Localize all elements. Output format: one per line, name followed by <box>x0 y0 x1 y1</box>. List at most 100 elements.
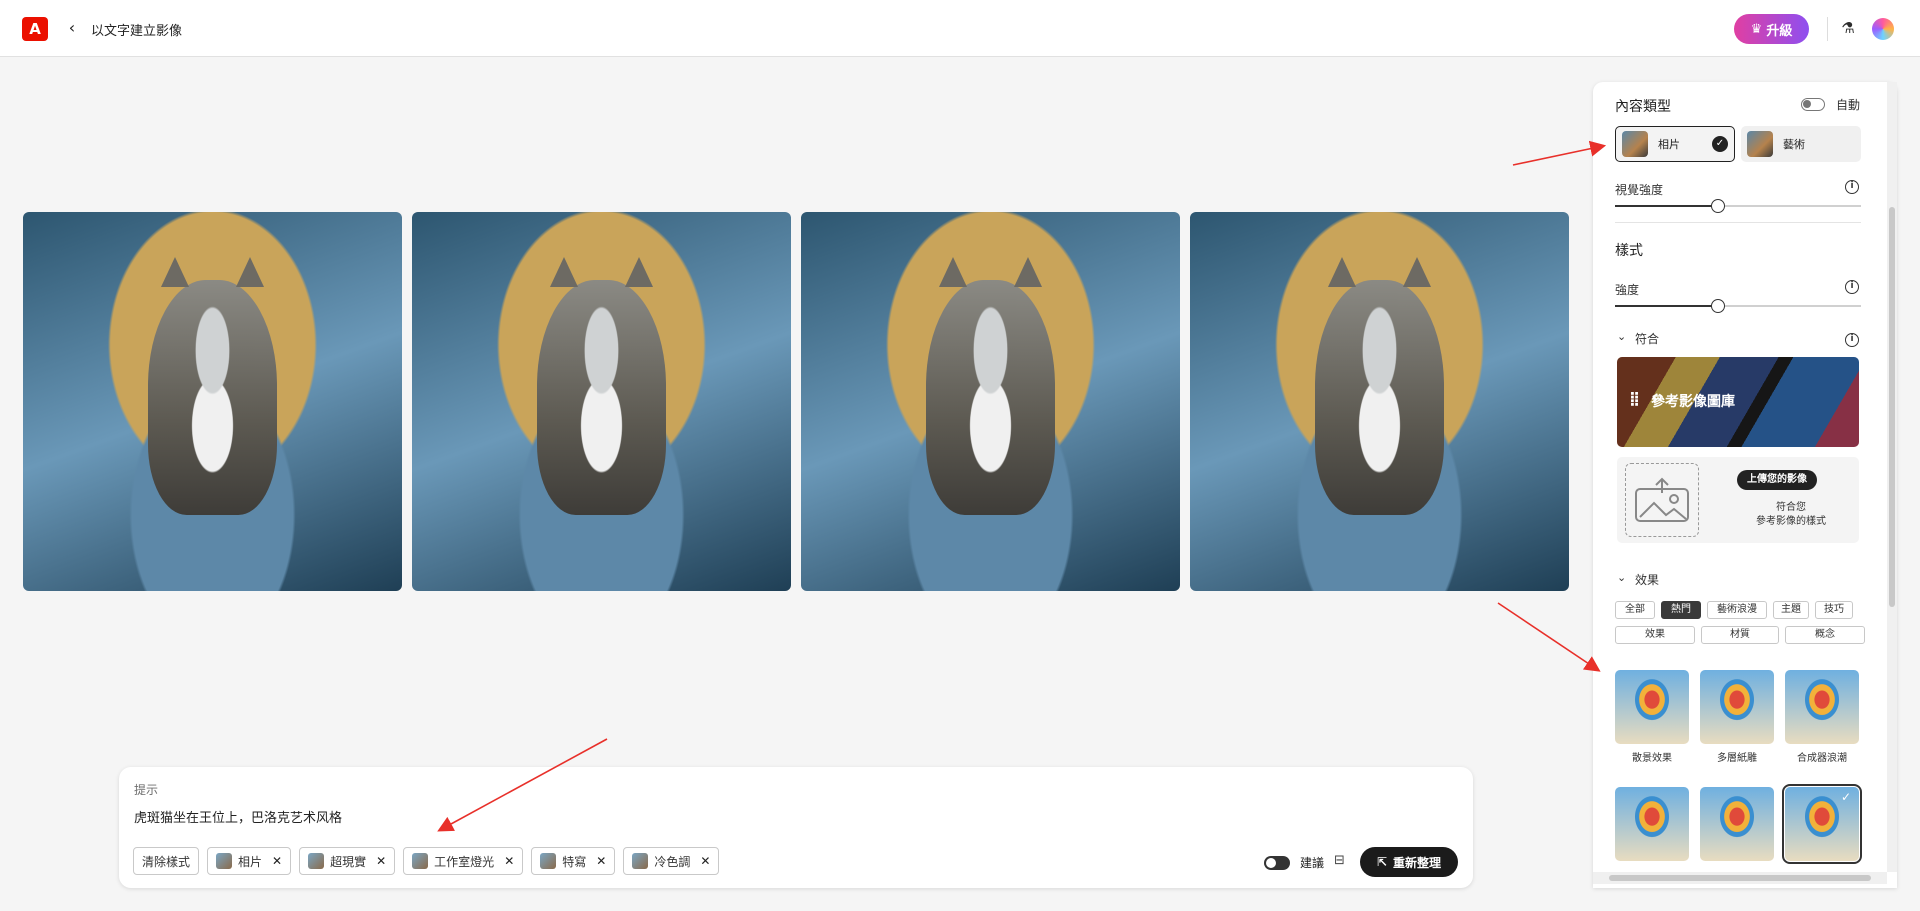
info-icon[interactable]: i <box>1845 333 1859 347</box>
chip-thumb <box>632 853 649 869</box>
slider-fill <box>1615 205 1719 207</box>
upload-dropzone[interactable] <box>1625 463 1699 537</box>
effect-item[interactable] <box>1700 787 1774 866</box>
regenerate-label: 重新整理 <box>1393 855 1442 870</box>
generated-image-4[interactable] <box>1190 212 1569 591</box>
upload-reference-area[interactable]: 上傳您的影像 符合您 參考影像的樣式 <box>1617 457 1859 543</box>
scrollbar-thumb[interactable] <box>1609 875 1871 881</box>
panel-vertical-scrollbar[interactable] <box>1887 82 1897 872</box>
export-icon: ⇱ <box>1376 855 1388 869</box>
regenerate-button[interactable]: ⇱ 重新整理 <box>1360 847 1458 877</box>
effect-label: 散景效果 <box>1632 753 1672 764</box>
tab-theme[interactable]: 主題 <box>1773 601 1809 619</box>
chip-thumb <box>412 853 429 869</box>
chip-thumb <box>308 853 325 869</box>
effect-item[interactable]: 多層紙雕 <box>1700 670 1774 764</box>
prompt-input[interactable]: 虎斑猫坐在王位上，巴洛克艺术风格 <box>134 807 342 826</box>
close-icon[interactable]: ✕ <box>504 854 514 868</box>
chip-label: 相片 <box>238 854 263 869</box>
cat-figure <box>1315 256 1444 516</box>
tab-concepts[interactable]: 概念 <box>1785 626 1865 644</box>
upload-text-2: 參考影像的樣式 <box>1756 516 1826 527</box>
tab-materials[interactable]: 材質 <box>1701 626 1779 644</box>
effect-item[interactable] <box>1615 787 1689 866</box>
info-icon[interactable]: i <box>1845 180 1859 194</box>
checkmark-icon: ✓ <box>1712 136 1728 152</box>
generated-image-1[interactable] <box>23 212 402 591</box>
style-chips: 清除樣式 相片 ✕ 超現實 ✕ 工作室燈光 ✕ 特寫 ✕ 冷色調 ✕ <box>133 847 720 875</box>
effect-label: 多層紙雕 <box>1717 753 1757 764</box>
effect-item-selected[interactable]: ✓ <box>1782 784 1862 866</box>
settings-panel: 內容類型 自動 相片 ✓ 藝術 視覺強度 i 樣式 強度 i ⌄ 符合 i ⣿ … <box>1593 82 1897 888</box>
visual-intensity-slider[interactable] <box>1615 199 1861 213</box>
image-upload-icon <box>1635 477 1689 522</box>
suggest-settings-icon[interactable]: ⊟ <box>1334 853 1345 868</box>
content-type-photo[interactable]: 相片 ✓ <box>1615 126 1735 162</box>
close-icon[interactable]: ✕ <box>596 854 606 868</box>
chip-label: 超現實 <box>330 854 367 869</box>
effect-label: 合成器浪潮 <box>1797 753 1847 764</box>
page-title: 以文字建立影像 <box>91 24 183 39</box>
flask-icon[interactable]: ⚗ <box>1838 17 1858 39</box>
style-title: 樣式 <box>1615 243 1643 259</box>
upload-text-1: 符合您 <box>1776 502 1806 513</box>
close-icon[interactable]: ✕ <box>272 854 282 868</box>
style-chip-cool-tone[interactable]: 冷色調 ✕ <box>623 847 720 875</box>
back-chevron-icon[interactable]: ‹ <box>64 18 80 38</box>
tab-all[interactable]: 全部 <box>1615 601 1655 619</box>
photo-thumb <box>1622 131 1648 157</box>
auto-toggle[interactable] <box>1801 98 1825 111</box>
generated-image-3[interactable] <box>801 212 1180 591</box>
adobe-logo[interactable]: A <box>22 17 48 41</box>
style-intensity-slider[interactable] <box>1615 299 1861 313</box>
suggest-toggle[interactable] <box>1264 856 1290 870</box>
chevron-down-icon[interactable]: ⌄ <box>1617 330 1626 343</box>
effect-thumb <box>1700 670 1774 744</box>
grid-icon: ⣿ <box>1629 391 1640 407</box>
chip-thumb <box>540 853 557 869</box>
header-divider <box>1827 17 1828 41</box>
upload-image-button[interactable]: 上傳您的影像 <box>1737 470 1817 490</box>
chip-label: 工作室燈光 <box>434 854 495 869</box>
style-chip-photo[interactable]: 相片 ✕ <box>207 847 292 875</box>
cat-figure <box>148 256 277 516</box>
info-icon[interactable]: i <box>1845 280 1859 294</box>
slider-knob[interactable] <box>1711 199 1726 213</box>
effects-title: 效果 <box>1635 573 1660 587</box>
style-chip-surreal[interactable]: 超現實 ✕ <box>299 847 396 875</box>
checkmark-icon: ✓ <box>1841 790 1852 804</box>
style-chip-closeup[interactable]: 特寫 ✕ <box>531 847 616 875</box>
effects-tabs-row-2: 效果 材質 概念 <box>1615 626 1865 644</box>
generated-image-2[interactable] <box>412 212 791 591</box>
chip-thumb <box>216 853 233 869</box>
match-title: 符合 <box>1635 332 1660 346</box>
prompt-box: 提示 虎斑猫坐在王位上，巴洛克艺术风格 清除樣式 相片 ✕ 超現實 ✕ 工作室燈光 ✕… <box>119 767 1473 888</box>
reference-gallery-button[interactable]: ⣿ 參考影像圖庫 › <box>1617 357 1859 447</box>
effect-item[interactable]: 散景效果 <box>1615 670 1689 764</box>
slider-fill <box>1615 305 1719 307</box>
content-type-art[interactable]: 藝術 <box>1741 126 1861 162</box>
clear-styles-button[interactable]: 清除樣式 <box>133 847 200 875</box>
scrollbar-thumb[interactable] <box>1889 207 1895 607</box>
top-bar: A ‹ 以文字建立影像 ♛ 升級 ⚗ <box>0 0 1920 57</box>
tab-popular[interactable]: 熱門 <box>1661 601 1701 619</box>
tab-art-romance[interactable]: 藝術浪漫 <box>1707 601 1767 619</box>
style-chip-studio-light[interactable]: 工作室燈光 ✕ <box>403 847 524 875</box>
close-icon[interactable]: ✕ <box>700 854 710 868</box>
divider <box>1615 222 1861 223</box>
upgrade-button[interactable]: ♛ 升級 <box>1734 14 1809 44</box>
art-label: 藝術 <box>1783 138 1805 151</box>
avatar[interactable] <box>1872 18 1894 40</box>
chip-label: 特寫 <box>562 854 587 869</box>
style-intensity-label: 強度 <box>1615 283 1640 297</box>
prompt-label: 提示 <box>134 783 159 797</box>
panel-horizontal-scrollbar[interactable] <box>1593 872 1887 884</box>
chevron-down-icon[interactable]: ⌄ <box>1617 571 1626 584</box>
effect-item[interactable]: 合成器浪潮 <box>1785 670 1859 764</box>
close-icon[interactable]: ✕ <box>376 854 386 868</box>
slider-knob[interactable] <box>1711 299 1726 313</box>
tab-technique[interactable]: 技巧 <box>1815 601 1853 619</box>
effect-thumb <box>1785 670 1859 744</box>
cat-figure <box>926 256 1055 516</box>
tab-effects[interactable]: 效果 <box>1615 626 1695 644</box>
